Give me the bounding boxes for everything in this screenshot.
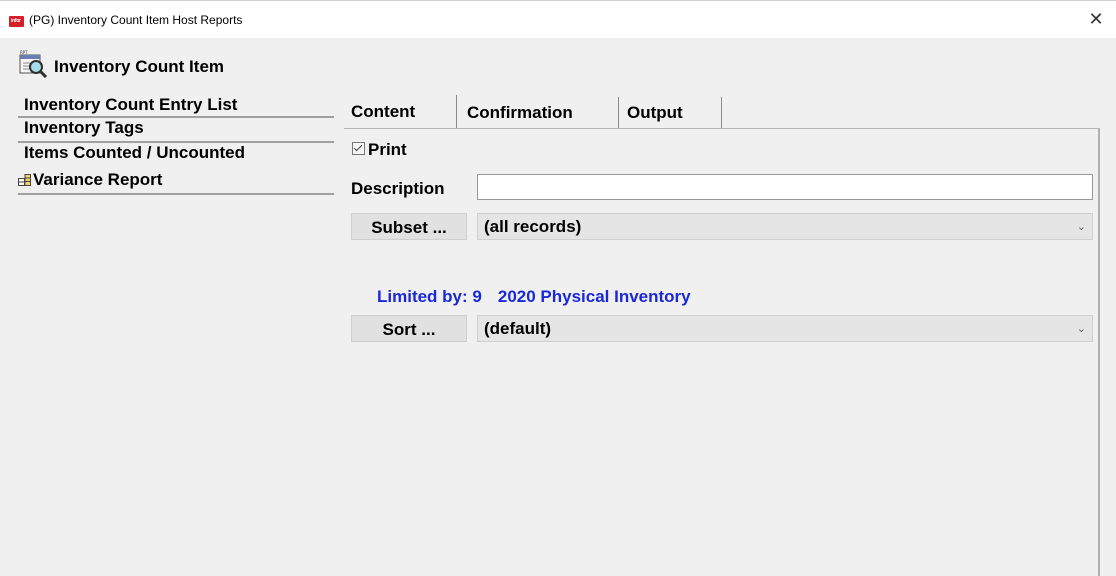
svg-text:RPT: RPT — [20, 50, 28, 55]
chevron-down-icon: ⌄ — [1076, 322, 1086, 335]
description-label: Description — [351, 179, 445, 198]
title-bar: infor (PG) Inventory Count Item Host Rep… — [0, 0, 1116, 38]
window-title: (PG) Inventory Count Item Host Reports — [29, 13, 243, 27]
sidebar-item-variance-report[interactable]: Variance Report — [18, 170, 334, 195]
print-label: Print — [368, 140, 407, 159]
subset-button[interactable]: Subset ... — [351, 213, 467, 240]
print-checkbox-row[interactable]: Print — [352, 140, 407, 160]
subset-select-value: (all records) — [484, 217, 582, 236]
sort-select[interactable]: (default) ⌄ — [477, 315, 1093, 342]
tab-output[interactable]: Output — [618, 97, 722, 128]
sort-button[interactable]: Sort ... — [351, 315, 467, 342]
limited-by-prefix: Limited by: 9 — [377, 287, 482, 306]
report-options-panel: Content Confirmation Output Print Descri… — [344, 95, 1102, 576]
report-list: Inventory Count Entry List Inventory Tag… — [18, 95, 334, 195]
print-checkbox[interactable] — [352, 142, 365, 155]
sidebar-item-label: Items Counted / Uncounted — [24, 143, 245, 162]
sidebar-item-label: Inventory Tags — [24, 118, 144, 137]
chevron-down-icon: ⌄ — [1076, 220, 1086, 233]
sidebar-item-inventory-count-entry-list[interactable]: Inventory Count Entry List — [18, 95, 334, 118]
app-logo-icon: infor — [9, 16, 24, 27]
tab-label: Confirmation — [467, 103, 573, 122]
close-button[interactable]: ✕ — [1082, 7, 1110, 33]
description-input[interactable] — [477, 174, 1093, 200]
sidebar-item-label: Variance Report — [33, 170, 163, 189]
tab-label: Output — [627, 103, 683, 122]
limited-by-text: Limited by: 9 2020 Physical Inventory — [377, 287, 691, 307]
tab-label: Content — [351, 102, 416, 121]
report-grid-icon — [18, 174, 31, 186]
module-title: Inventory Count Item — [54, 57, 225, 76]
app-logo-text: infor — [11, 18, 21, 24]
sidebar-item-label: Inventory Count Entry List — [24, 95, 238, 114]
subset-select[interactable]: (all records) ⌄ — [477, 213, 1093, 240]
tab-content[interactable]: Content — [344, 95, 457, 129]
tab-confirmation[interactable]: Confirmation — [456, 97, 614, 128]
sidebar-item-inventory-tags[interactable]: Inventory Tags — [18, 118, 334, 143]
limited-by-value: 2020 Physical Inventory — [497, 287, 691, 306]
tab-panel-content: Print Description Subset ... (all record… — [344, 128, 1100, 576]
sidebar-item-items-counted-uncounted[interactable]: Items Counted / Uncounted — [18, 143, 334, 170]
sort-select-value: (default) — [484, 319, 552, 338]
report-magnifier-icon: RPT — [19, 50, 48, 78]
